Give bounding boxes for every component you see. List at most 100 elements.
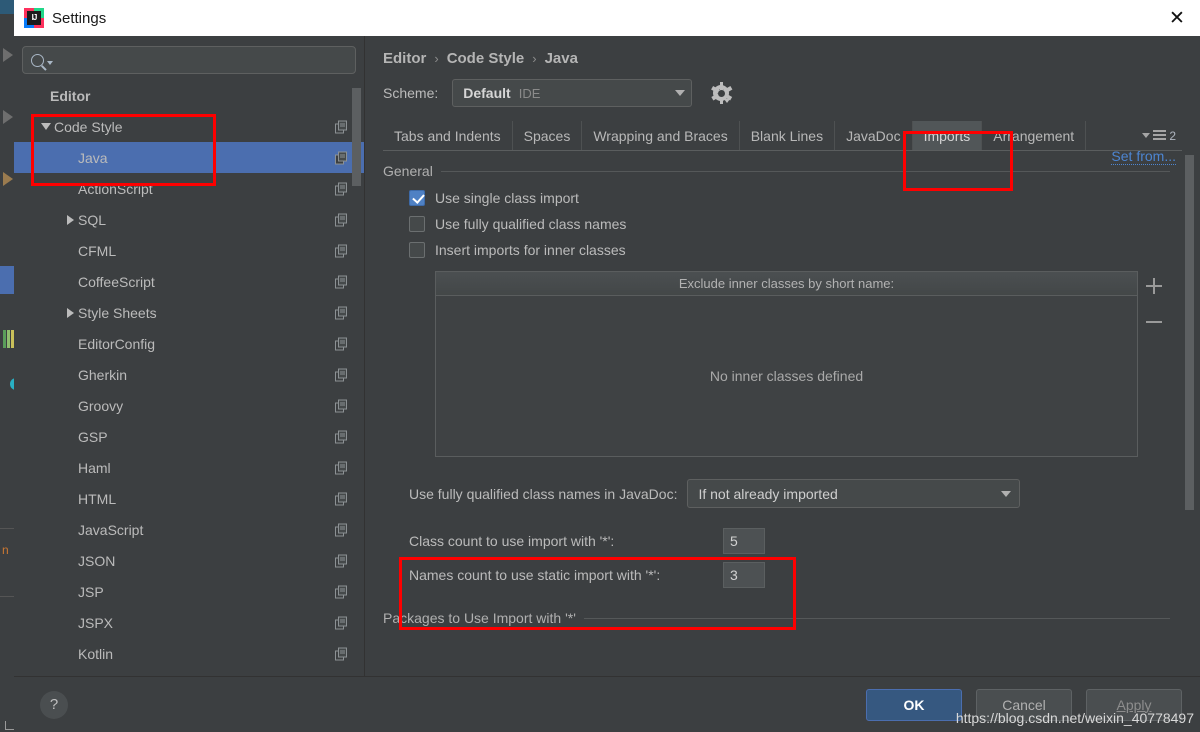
- static-import-count-row: Names count to use static import with '*…: [409, 558, 1170, 592]
- search-box[interactable]: [22, 46, 356, 74]
- copy-scheme-icon[interactable]: [335, 616, 348, 629]
- tab-spaces[interactable]: Spaces: [511, 121, 582, 150]
- chevron-right-icon[interactable]: [62, 214, 78, 225]
- tab-arrangement[interactable]: Arrangement: [981, 121, 1085, 150]
- chevron-down-icon: [1142, 133, 1151, 138]
- copy-scheme-icon[interactable]: [335, 461, 348, 474]
- javadoc-fqcn-select[interactable]: If not already imported: [687, 479, 1021, 508]
- copy-scheme-icon[interactable]: [335, 647, 348, 660]
- chevron-right-icon[interactable]: [62, 307, 78, 318]
- copy-scheme-icon[interactable]: [335, 399, 348, 412]
- sidebar-item-jspx[interactable]: JSPX: [14, 607, 364, 638]
- copy-scheme-icon[interactable]: [335, 492, 348, 505]
- copy-scheme-icon[interactable]: [335, 151, 348, 164]
- sidebar-item-gsp[interactable]: GSP: [14, 421, 364, 452]
- scheme-selected-scope: IDE: [518, 85, 541, 101]
- checkbox-row[interactable]: Insert imports for inner classes: [383, 237, 1170, 263]
- sidebar-item-jsp[interactable]: JSP: [14, 576, 364, 607]
- general-section-title: General: [383, 163, 433, 179]
- scheme-select[interactable]: Default IDE: [452, 79, 693, 107]
- content-scrollbar-thumb[interactable]: [1185, 155, 1194, 510]
- tab-tabs-and-indents[interactable]: Tabs and Indents: [383, 121, 512, 150]
- tab-imports[interactable]: Imports: [911, 121, 982, 150]
- sidebar-item-actionscript[interactable]: ActionScript: [14, 173, 364, 204]
- scheme-row: Scheme: Default IDE: [365, 67, 1200, 107]
- copy-scheme-icon[interactable]: [335, 120, 348, 133]
- tab-blank-lines[interactable]: Blank Lines: [738, 121, 834, 150]
- checkbox-row[interactable]: Use fully qualified class names: [383, 211, 1170, 237]
- breadcrumb-separator: ›: [434, 51, 439, 66]
- gear-icon[interactable]: [710, 82, 732, 104]
- checkbox-use-single-class-import[interactable]: [409, 190, 425, 206]
- content-scrollbar[interactable]: [1185, 155, 1194, 672]
- sidebar-item-cfml[interactable]: CFML: [14, 235, 364, 266]
- sidebar-item-coffeescript[interactable]: CoffeeScript: [14, 266, 364, 297]
- sidebar-item-label: Gherkin: [78, 366, 128, 383]
- tab-javadoc[interactable]: JavaDoc: [834, 121, 911, 150]
- sidebar-item-label: SQL: [78, 211, 107, 228]
- checkbox-insert-imports-for-inner-classes[interactable]: [409, 242, 425, 258]
- search-input[interactable]: [53, 52, 347, 68]
- dialog-body: Editor Code Style Java ActionScript SQL CFML C…: [14, 36, 1200, 676]
- copy-scheme-icon[interactable]: [335, 306, 348, 319]
- chevron-down-icon[interactable]: [38, 123, 54, 130]
- sidebar-item-javascript[interactable]: JavaScript: [14, 514, 364, 545]
- sidebar-scrollbar-thumb[interactable]: [352, 88, 361, 186]
- help-button[interactable]: ?: [40, 690, 68, 719]
- sidebar-item-html[interactable]: HTML: [14, 483, 364, 514]
- class-count-value: 5: [730, 533, 738, 549]
- add-button[interactable]: [1144, 276, 1164, 296]
- copy-scheme-icon[interactable]: [335, 337, 348, 350]
- tab-label: Tabs and Indents: [394, 127, 501, 144]
- copy-scheme-icon[interactable]: [335, 368, 348, 381]
- breadcrumb: Editor › Code Style › Java: [365, 36, 1200, 67]
- tab-wrapping-and-braces[interactable]: Wrapping and Braces: [581, 121, 738, 150]
- copy-scheme-icon[interactable]: [335, 554, 348, 567]
- sidebar-item-java[interactable]: Java: [14, 142, 364, 173]
- copy-scheme-icon[interactable]: [335, 585, 348, 598]
- sidebar-item-label: HTML: [78, 490, 117, 507]
- exclude-inner-classes-table[interactable]: Exclude inner classes by short name: No …: [435, 271, 1138, 457]
- search-container: [14, 36, 364, 80]
- copy-scheme-icon[interactable]: [335, 213, 348, 226]
- breadcrumb-item-code-style[interactable]: Code Style: [447, 50, 525, 67]
- sidebar-item-code-style[interactable]: Code Style: [14, 111, 364, 142]
- sidebar-item-kotlin[interactable]: Kotlin: [14, 638, 364, 669]
- background-arrow-icon: [3, 172, 13, 186]
- sidebar-item-label: EditorConfig: [78, 335, 156, 352]
- settings-tree[interactable]: Editor Code Style Java ActionScript SQL CFML C…: [14, 80, 364, 676]
- sidebar-item-sql[interactable]: SQL: [14, 204, 364, 235]
- sidebar-item-style-sheets[interactable]: Style Sheets: [14, 297, 364, 328]
- sidebar-scrollbar[interactable]: [352, 80, 361, 676]
- breadcrumb-item-java[interactable]: Java: [545, 50, 578, 67]
- sidebar-item-json[interactable]: JSON: [14, 545, 364, 576]
- sidebar-item-editor[interactable]: Editor: [14, 80, 364, 111]
- breadcrumb-item-editor[interactable]: Editor: [383, 50, 426, 67]
- checkbox-label: Use fully qualified class names: [435, 216, 627, 232]
- remove-button[interactable]: [1144, 312, 1164, 332]
- tab-overflow-button[interactable]: 2: [1142, 121, 1182, 150]
- copy-scheme-icon[interactable]: [335, 182, 348, 195]
- sidebar-item-groovy[interactable]: Groovy: [14, 390, 364, 421]
- static-import-count-label: Names count to use static import with '*…: [409, 567, 661, 583]
- copy-scheme-icon[interactable]: [335, 244, 348, 257]
- close-icon[interactable]: ✕: [1154, 0, 1200, 36]
- checkbox-row[interactable]: Use single class import: [383, 185, 1170, 211]
- sidebar-item-gherkin[interactable]: Gherkin: [14, 359, 364, 390]
- copy-scheme-icon[interactable]: [335, 275, 348, 288]
- static-import-count-input[interactable]: 3: [723, 562, 765, 588]
- sidebar-item-haml[interactable]: Haml: [14, 452, 364, 483]
- copy-scheme-icon[interactable]: [335, 523, 348, 536]
- sidebar-item-editorconfig[interactable]: EditorConfig: [14, 328, 364, 359]
- sidebar-item-label: Editor: [50, 87, 91, 104]
- class-count-input[interactable]: 5: [723, 528, 765, 554]
- table-header: Exclude inner classes by short name:: [436, 272, 1137, 296]
- ok-button[interactable]: OK: [866, 688, 962, 721]
- background-arrow-icon: [3, 110, 13, 124]
- copy-scheme-icon[interactable]: [335, 430, 348, 443]
- checkbox-use-fully-qualified-class-names[interactable]: [409, 216, 425, 232]
- table-body[interactable]: No inner classes defined: [436, 296, 1137, 456]
- tab-overflow-count: 2: [1169, 128, 1176, 143]
- general-section-header: General: [383, 163, 1170, 179]
- sidebar-item-label: Haml: [78, 459, 111, 476]
